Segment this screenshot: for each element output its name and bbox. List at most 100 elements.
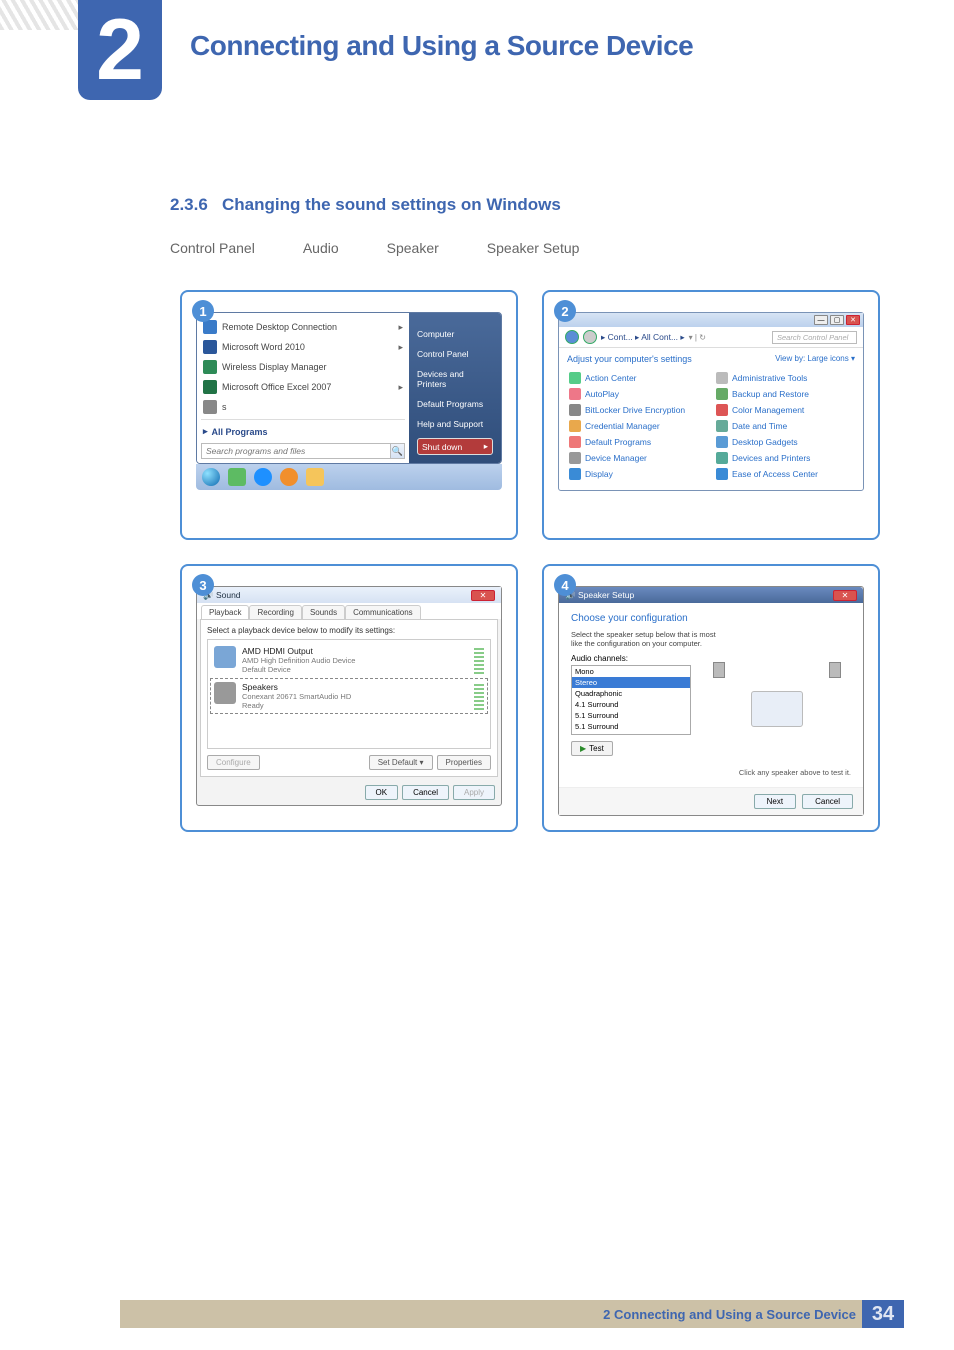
channel-option[interactable]: 4.1 Surround xyxy=(572,699,690,710)
cancel-button[interactable]: Cancel xyxy=(402,785,449,800)
cp-item[interactable]: Administrative Tools xyxy=(716,372,853,384)
apply-button[interactable]: Apply xyxy=(453,785,495,800)
search-input[interactable]: Search Control Panel xyxy=(772,331,857,344)
all-programs[interactable]: ▸All Programs xyxy=(201,422,405,441)
cp-item[interactable]: Desktop Gadgets xyxy=(716,436,853,448)
autoplay-icon xyxy=(569,388,581,400)
ie-icon[interactable] xyxy=(254,468,272,486)
channel-option[interactable]: Quadraphonic xyxy=(572,688,690,699)
cp-item[interactable]: Display xyxy=(569,468,706,480)
channel-option[interactable]: 5.1 Surround xyxy=(572,732,690,735)
cp-item[interactable]: Devices and Printers xyxy=(716,452,853,464)
start-right-item[interactable]: Help and Support xyxy=(417,417,493,431)
tab-sounds[interactable]: Sounds xyxy=(302,605,345,619)
speaker-diagram xyxy=(703,654,851,764)
ok-button[interactable]: OK xyxy=(365,785,399,800)
set-default-button[interactable]: Set Default ▾ xyxy=(369,755,433,770)
cancel-button[interactable]: Cancel xyxy=(802,794,853,809)
close-button[interactable]: ✕ xyxy=(846,315,860,325)
cp-item[interactable]: Color Management xyxy=(716,404,853,416)
tab-recording[interactable]: Recording xyxy=(249,605,301,619)
cp-item[interactable]: Backup and Restore xyxy=(716,388,853,400)
menu-item[interactable]: Remote Desktop Connection ▸ xyxy=(201,317,405,337)
taskbar-icon[interactable] xyxy=(228,468,246,486)
cp-item[interactable]: Credential Manager xyxy=(569,420,706,432)
view-by-dropdown[interactable]: View by: Large icons ▾ xyxy=(775,354,855,364)
close-button[interactable]: ✕ xyxy=(833,590,857,601)
start-orb-icon[interactable] xyxy=(202,468,220,486)
word-icon xyxy=(203,340,217,354)
forward-button[interactable] xyxy=(583,330,597,344)
cp-item[interactable]: BitLocker Drive Encryption xyxy=(569,404,706,416)
menu-item[interactable]: Microsoft Office Excel 2007▸ xyxy=(201,377,405,397)
device-status: Ready xyxy=(242,701,351,710)
audio-channels-list[interactable]: Mono Stereo Quadraphonic 4.1 Surround 5.… xyxy=(571,665,691,735)
ease-icon xyxy=(716,468,728,480)
explorer-icon[interactable] xyxy=(306,468,324,486)
cp-item-label: Desktop Gadgets xyxy=(732,437,798,447)
cp-item[interactable]: Device Manager xyxy=(569,452,706,464)
configure-button[interactable]: Configure xyxy=(207,755,260,770)
devices-icon xyxy=(716,452,728,464)
media-player-icon[interactable] xyxy=(280,468,298,486)
footer-text: 2 Connecting and Using a Source Device xyxy=(603,1307,856,1322)
menu-item[interactable]: s xyxy=(201,397,405,417)
start-right-item[interactable]: Control Panel xyxy=(417,347,493,361)
speaker-test-note: Click any speaker above to test it. xyxy=(571,768,851,777)
cp-item-label: Color Management xyxy=(732,405,804,415)
tab-communications[interactable]: Communications xyxy=(345,605,421,619)
cp-item[interactable]: Default Programs xyxy=(569,436,706,448)
cp-item[interactable]: Date and Time xyxy=(716,420,853,432)
shutdown-button[interactable]: Shut down▸ xyxy=(417,438,493,455)
menu-item-label: Microsoft Word 2010 xyxy=(222,342,305,352)
speaker-icon[interactable] xyxy=(829,662,841,678)
chapter-title: Connecting and Using a Source Device xyxy=(190,30,693,62)
menu-item-label: Remote Desktop Connection xyxy=(222,322,337,332)
search-input[interactable] xyxy=(201,443,391,459)
chapter-number-badge: 2 xyxy=(78,0,162,100)
search-icon[interactable]: 🔍 xyxy=(391,443,405,459)
start-right-item[interactable]: Computer xyxy=(417,327,493,341)
tab-playback[interactable]: Playback xyxy=(201,605,249,619)
start-menu-programs: Remote Desktop Connection ▸ Microsoft Wor… xyxy=(197,313,409,463)
test-button[interactable]: ▶Test xyxy=(571,741,613,756)
playback-device[interactable]: AMD HDMI Output AMD High Definition Audi… xyxy=(210,642,488,678)
cp-item[interactable]: Action Center xyxy=(569,372,706,384)
back-button[interactable] xyxy=(565,330,579,344)
nav-step: Speaker Setup xyxy=(487,240,580,256)
cp-item[interactable]: AutoPlay xyxy=(569,388,706,400)
next-button[interactable]: Next xyxy=(754,794,796,809)
cp-item[interactable]: Ease of Access Center xyxy=(716,468,853,480)
channel-option[interactable]: 5.1 Surround xyxy=(572,710,690,721)
channel-option[interactable]: Mono xyxy=(572,666,690,677)
menu-item[interactable]: Microsoft Word 2010▸ xyxy=(201,337,405,357)
start-right-item[interactable]: Devices and Printers xyxy=(417,367,493,391)
close-button[interactable]: ✕ xyxy=(471,590,495,601)
breadcrumb[interactable]: ▸ Cont... ▸ All Cont... ▸ xyxy=(601,332,685,343)
speaker-setup-body: Choose your configuration Select the spe… xyxy=(559,603,863,787)
menu-item-label: Wireless Display Manager xyxy=(222,362,327,372)
sound-tabs: Playback Recording Sounds Communications xyxy=(197,603,501,619)
menu-item[interactable]: Wireless Display Manager xyxy=(201,357,405,377)
cp-item-label: Default Programs xyxy=(585,437,651,447)
maximize-button[interactable]: ▢ xyxy=(830,315,844,325)
channel-option[interactable]: Stereo xyxy=(572,677,690,688)
section-title: Changing the sound settings on Windows xyxy=(222,195,561,214)
cp-item-label: Display xyxy=(585,469,613,479)
cp-item-label: Ease of Access Center xyxy=(732,469,818,479)
submenu-arrow-icon: ▸ xyxy=(398,382,403,393)
start-right-item[interactable]: Default Programs xyxy=(417,397,493,411)
test-label: Test xyxy=(589,744,604,753)
properties-button[interactable]: Properties xyxy=(437,755,491,770)
flag-icon xyxy=(569,372,581,384)
device-icon xyxy=(214,646,236,668)
playback-device[interactable]: Speakers Conexant 20671 SmartAudio HD Re… xyxy=(210,678,488,714)
sound-prompt: Select a playback device below to modify… xyxy=(207,626,491,635)
cp-item-label: AutoPlay xyxy=(585,389,619,399)
navigation-path: Control Panel Audio Speaker Speaker Setu… xyxy=(170,240,579,256)
channel-option[interactable]: 5.1 Surround xyxy=(572,721,690,732)
minimize-button[interactable]: — xyxy=(814,315,828,325)
speaker-icon[interactable] xyxy=(713,662,725,678)
submenu-arrow-icon: ▸ xyxy=(398,322,403,333)
clock-icon xyxy=(716,420,728,432)
